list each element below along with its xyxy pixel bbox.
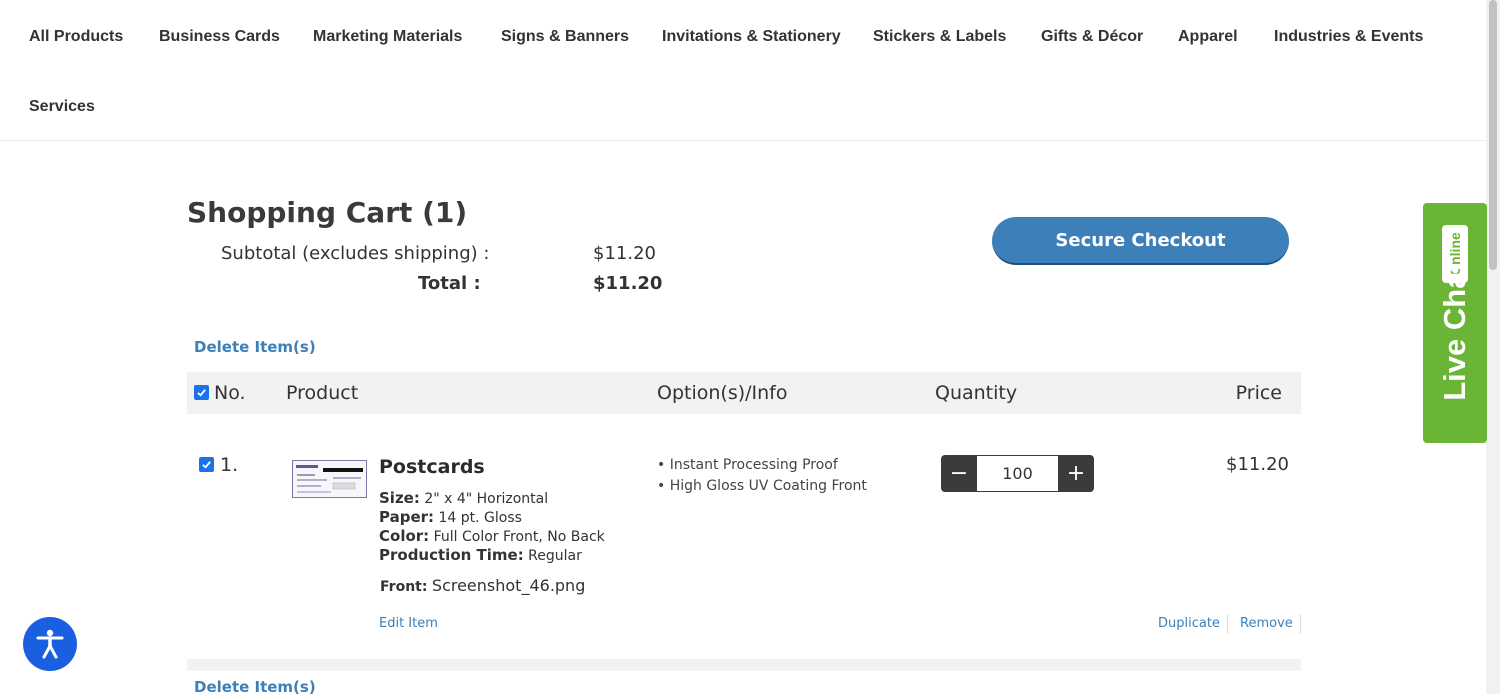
nav-item-gifts-decor[interactable]: Gifts & Décor — [1041, 28, 1143, 46]
option-item: • Instant Processing Proof — [657, 457, 838, 473]
header-no: No. — [214, 382, 246, 404]
front-file: Front: Screenshot_46.png — [380, 576, 585, 595]
live-chat-button[interactable]: Online Live Chat — [1423, 203, 1487, 443]
quantity-input[interactable] — [977, 456, 1058, 491]
front-label: Front: — [380, 579, 428, 595]
increase-quantity-button[interactable]: + — [1058, 455, 1094, 492]
link-divider — [1300, 614, 1301, 634]
spec-value: Full Color Front, No Back — [433, 529, 605, 545]
row-separator — [187, 659, 1301, 671]
thumbnail-image — [293, 461, 366, 497]
link-divider — [1227, 614, 1228, 634]
nav-item-industries-events[interactable]: Industries & Events — [1274, 28, 1423, 46]
edit-item-link[interactable]: Edit Item — [379, 616, 438, 631]
spec-label: Paper: — [379, 508, 435, 526]
row-number: 1. — [220, 454, 239, 476]
nav-item-marketing-materials[interactable]: Marketing Materials — [313, 28, 462, 46]
total-label: Total : — [418, 273, 481, 294]
quantity-stepper: − + — [941, 455, 1094, 492]
option-item: • High Gloss UV Coating Front — [657, 478, 867, 494]
spec-production-time: Production Time: Regular — [379, 546, 582, 564]
spec-value: Regular — [528, 548, 582, 564]
page-scrollbar[interactable] — [1486, 0, 1500, 694]
live-chat-label: Live Chat — [1437, 261, 1472, 401]
cart-table-header: No. Product Option(s)/Info Quantity Pric… — [187, 372, 1301, 414]
nav-item-business-cards[interactable]: Business Cards — [159, 28, 280, 46]
remove-link[interactable]: Remove — [1240, 616, 1293, 631]
nav-item-signs-banners[interactable]: Signs & Banners — [501, 28, 629, 46]
spec-value: 2" x 4" Horizontal — [424, 491, 549, 507]
accessibility-button[interactable] — [23, 617, 77, 671]
front-filename: Screenshot_46.png — [431, 576, 586, 595]
row-price: $11.20 — [1226, 454, 1289, 475]
product-name: Postcards — [379, 456, 485, 478]
checkbox-checked-icon — [202, 461, 211, 469]
nav-item-stickers-labels[interactable]: Stickers & Labels — [873, 28, 1006, 46]
accessibility-icon — [36, 629, 64, 659]
top-navigation: All Products Business Cards Marketing Ma… — [0, 0, 1486, 141]
subtotal-label: Subtotal (excludes shipping) : — [221, 243, 490, 264]
header-options: Option(s)/Info — [657, 382, 788, 404]
nav-item-invitations-stationery[interactable]: Invitations & Stationery — [662, 28, 841, 46]
spec-size: Size: 2" x 4" Horizontal — [379, 489, 548, 507]
delete-items-link-bottom[interactable]: Delete Item(s) — [194, 678, 316, 694]
page-title: Shopping Cart (1) — [187, 196, 468, 229]
spec-paper: Paper: 14 pt. Gloss — [379, 508, 522, 526]
header-price: Price — [1235, 382, 1282, 404]
spec-label: Production Time: — [379, 546, 524, 564]
delete-items-link[interactable]: Delete Item(s) — [194, 338, 316, 356]
duplicate-link[interactable]: Duplicate — [1158, 616, 1220, 631]
row-checkbox[interactable] — [199, 457, 214, 472]
spec-label: Size: — [379, 489, 420, 507]
spec-value: 14 pt. Gloss — [438, 510, 522, 526]
checkbox-checked-icon — [197, 389, 206, 397]
spec-color: Color: Full Color Front, No Back — [379, 527, 605, 545]
nav-item-apparel[interactable]: Apparel — [1178, 28, 1238, 46]
select-all-checkbox[interactable] — [194, 385, 209, 400]
scrollbar-thumb[interactable] — [1489, 0, 1497, 270]
subtotal-value: $11.20 — [593, 243, 656, 264]
nav-item-services[interactable]: Services — [29, 98, 95, 116]
decrease-quantity-button[interactable]: − — [941, 455, 977, 492]
secure-checkout-button[interactable]: Secure Checkout — [992, 217, 1289, 265]
product-thumbnail[interactable] — [292, 460, 367, 498]
total-value: $11.20 — [593, 273, 663, 294]
nav-item-all-products[interactable]: All Products — [29, 28, 123, 46]
header-quantity: Quantity — [935, 382, 1018, 404]
header-product: Product — [286, 382, 359, 404]
spec-label: Color: — [379, 527, 430, 545]
